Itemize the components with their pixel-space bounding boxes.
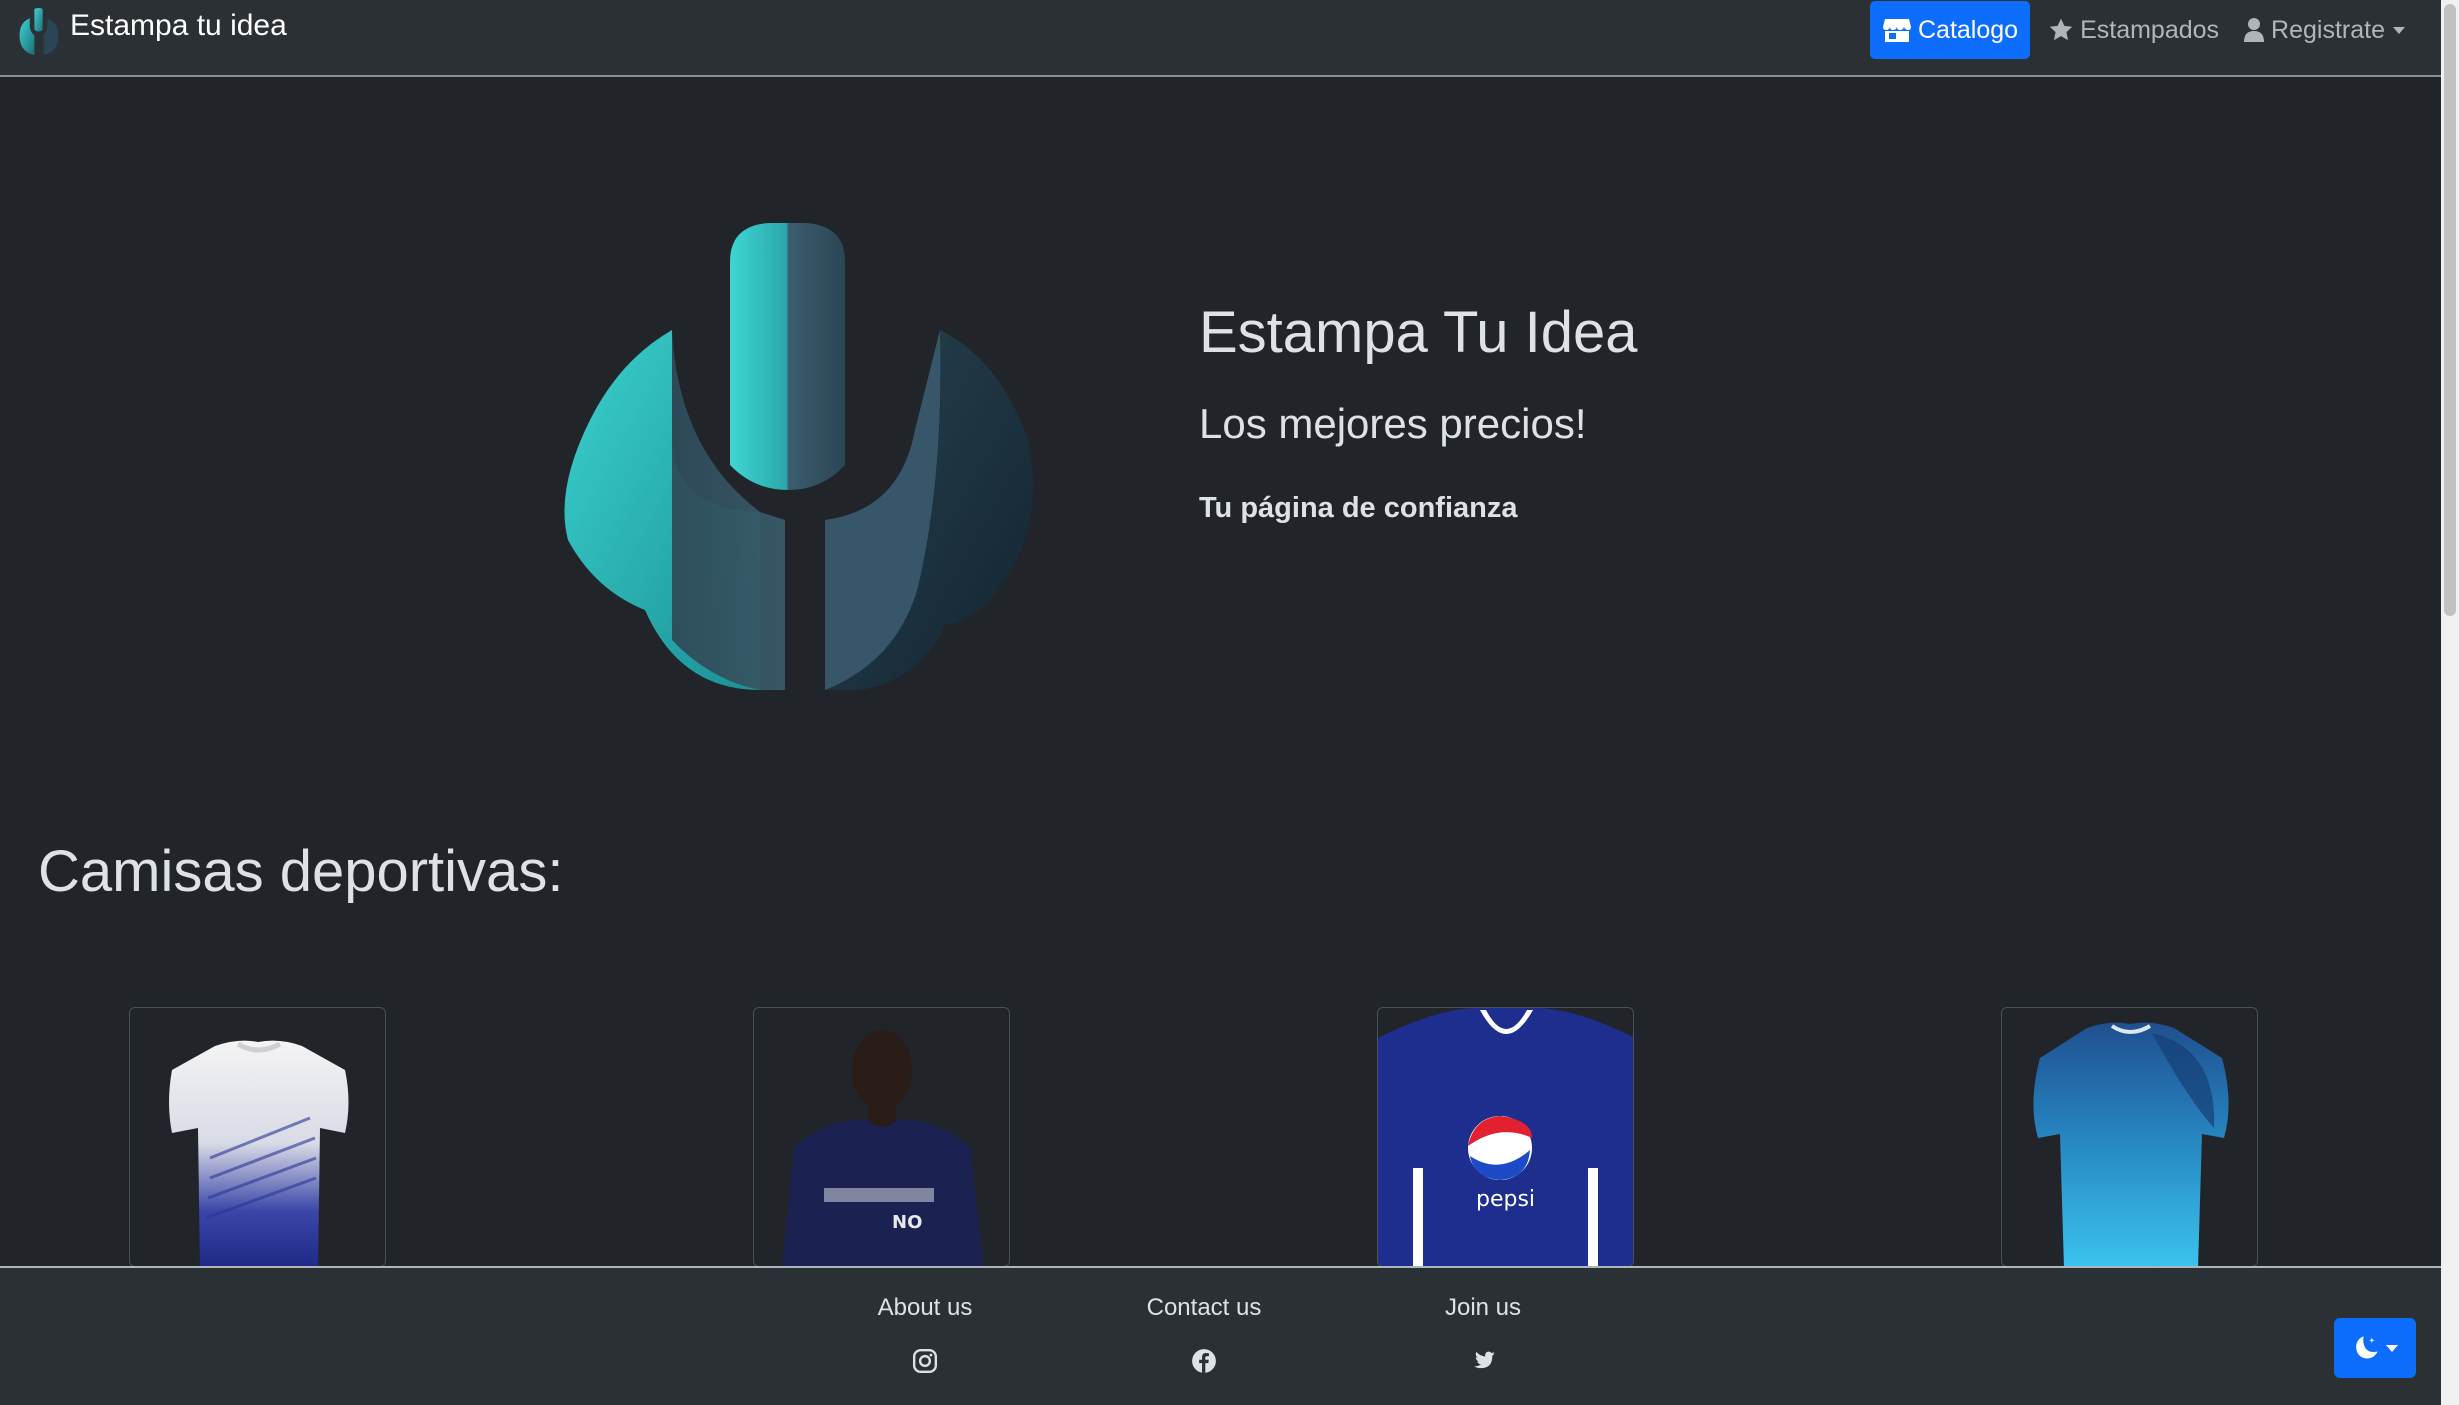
footer-link-join[interactable]: Join us <box>1383 1294 1583 1322</box>
svg-text:NO: NO <box>892 1212 922 1233</box>
scrollbar-thumb[interactable] <box>2444 4 2456 616</box>
hero-tagline: Tu página de confianza <box>1199 492 1518 524</box>
product-card-blue-gradient-jersey[interactable] <box>2001 1007 2258 1267</box>
person-icon <box>2244 18 2265 42</box>
blue-gradient-jersey-image <box>2033 1022 2229 1266</box>
moon-icon <box>2356 1336 2378 1359</box>
svg-text:pepsi: pepsi <box>1476 1187 1535 1212</box>
nav-menu: Catalogo Estampados Registrate <box>1870 1 2417 59</box>
footer-link-about[interactable]: About us <box>825 1294 1025 1322</box>
millonarios-pepsi-jersey-image: pepsi <box>1378 1008 1633 1266</box>
footer: About us Contact us Join us <box>0 1266 2441 1405</box>
hero-subtitle: Los mejores precios! <box>1199 400 1587 447</box>
nav-registrate-dropdown[interactable]: Registrate <box>2231 1 2417 59</box>
page-scrollbar[interactable] <box>2441 0 2459 1405</box>
nav-catalogo-label: Catalogo <box>1918 15 2019 44</box>
brand-name: Estampa tu idea <box>70 9 287 42</box>
brand-logo-icon <box>19 7 59 55</box>
section-title: Camisas deportivas: <box>38 839 564 904</box>
shop-icon <box>1883 19 1911 42</box>
footer-link-contact[interactable]: Contact us <box>1104 1294 1304 1322</box>
instagram-icon[interactable] <box>912 1348 938 1374</box>
product-card-millonarios-pepsi-jersey[interactable]: pepsi <box>1377 1007 1634 1267</box>
brand-link[interactable]: Estampa tu idea <box>16 6 287 58</box>
navbar: Estampa tu idea Catalogo Estampados Regi… <box>0 0 2441 77</box>
product-card-navy-tshirt-model[interactable]: NO <box>753 1007 1010 1267</box>
product-card-white-blue-jersey[interactable] <box>129 1007 386 1267</box>
footer-col-join: Join us <box>1383 1294 1583 1374</box>
chevron-down-icon <box>2386 1344 2398 1352</box>
twitter-icon[interactable] <box>1470 1348 1496 1374</box>
navy-tshirt-model-image: NO <box>782 1030 984 1266</box>
facebook-icon[interactable] <box>1191 1348 1217 1374</box>
nav-estampados[interactable]: Estampados <box>2036 1 2231 59</box>
hero-logo-icon <box>564 223 1034 690</box>
nav-catalogo[interactable]: Catalogo <box>1870 1 2031 59</box>
hero-text: Estampa Tu Idea Los mejores precios! Tu … <box>1199 296 1637 525</box>
theme-toggle-button[interactable] <box>2334 1318 2416 1378</box>
hero-title: Estampa Tu Idea <box>1199 300 1638 365</box>
footer-col-about: About us <box>825 1294 1025 1374</box>
nav-estampados-label: Estampados <box>2080 15 2220 44</box>
page: Estampa tu idea Catalogo Estampados Regi… <box>0 0 2441 1405</box>
footer-col-contact: Contact us <box>1104 1294 1304 1374</box>
star-icon <box>2049 18 2073 41</box>
nav-registrate-label: Registrate <box>2271 15 2385 44</box>
white-blue-jersey-image <box>169 1040 349 1266</box>
chevron-down-icon <box>2393 26 2405 34</box>
